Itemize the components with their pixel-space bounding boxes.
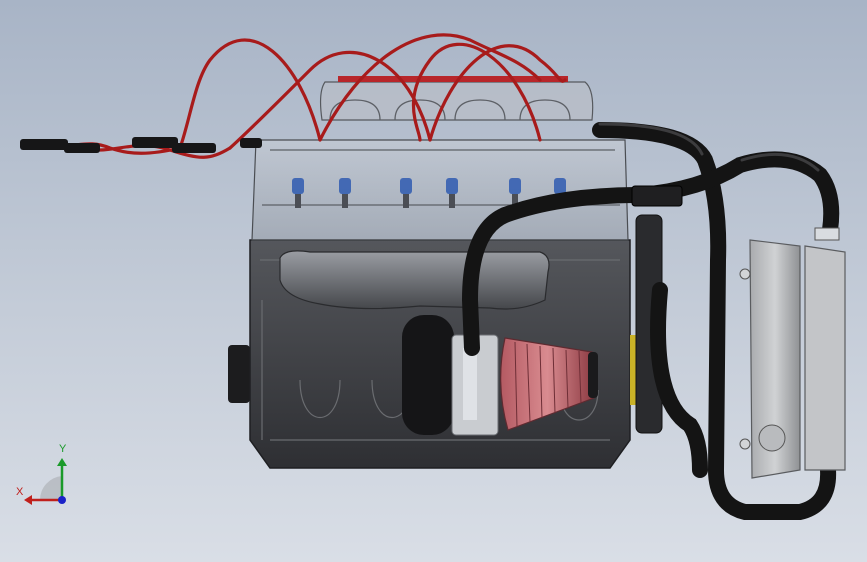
radiator-cap xyxy=(758,424,786,452)
starter-motor xyxy=(228,345,250,403)
intake-manifold xyxy=(279,250,550,310)
cylinder-head xyxy=(251,139,629,241)
engine-model[interactable] xyxy=(0,0,867,562)
radiator-core xyxy=(804,245,846,471)
ignition-coil-strip xyxy=(338,76,568,82)
axis-triad xyxy=(24,458,67,505)
triad-z-axis xyxy=(58,496,66,504)
air-filter-cap xyxy=(588,352,598,398)
radiator-bolt xyxy=(739,438,751,450)
triad-x-label: X xyxy=(16,486,24,498)
sensor-connector xyxy=(631,185,683,207)
radiator-bolt xyxy=(739,268,751,280)
hose-clamp xyxy=(814,227,840,241)
triad-base xyxy=(39,476,62,500)
triad-y-label: Y xyxy=(59,443,67,455)
3d-viewport[interactable]: Y X xyxy=(0,0,867,562)
triad-y-arrow xyxy=(57,458,67,466)
turbo-body xyxy=(402,315,454,435)
triad-x-arrow xyxy=(24,495,32,505)
